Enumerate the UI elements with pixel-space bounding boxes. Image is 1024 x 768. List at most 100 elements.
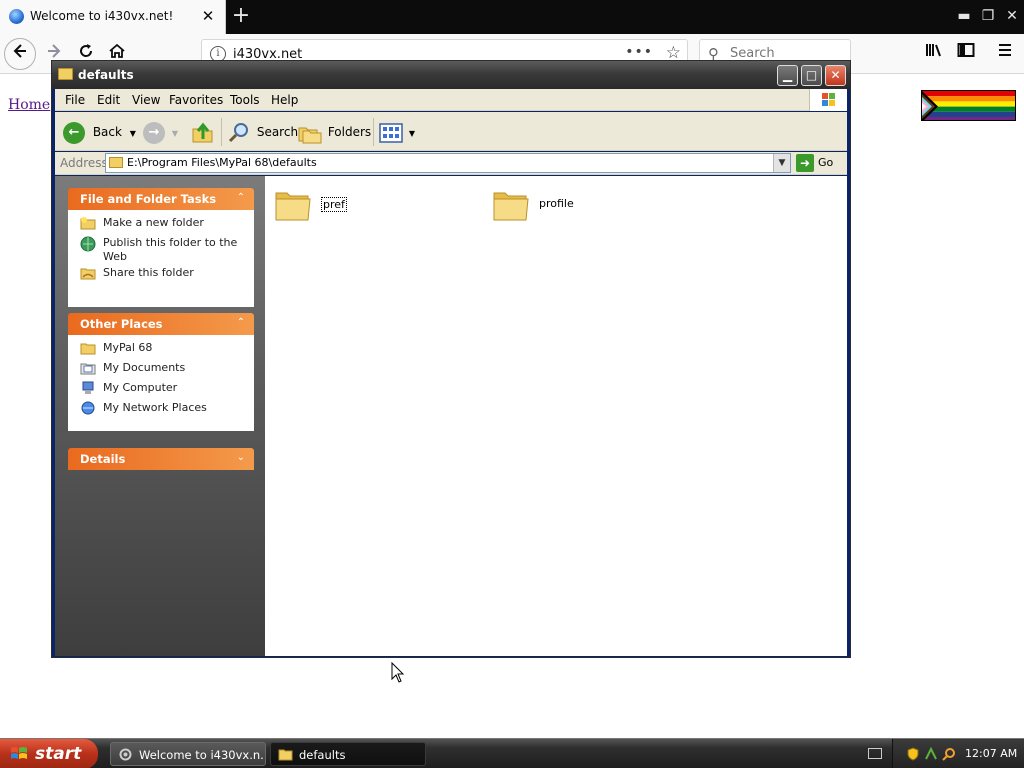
toolbar-separator	[221, 118, 222, 146]
publish-web-icon	[80, 236, 96, 252]
security-shield-icon[interactable]	[906, 747, 920, 761]
go-arrow-icon: ➜	[796, 154, 814, 172]
views-dropdown-icon[interactable]: ▼	[409, 129, 415, 138]
home-link[interactable]: Home	[8, 97, 50, 113]
menu-tools[interactable]: Tools	[230, 93, 260, 107]
other-places-header[interactable]: Other Places ⌃	[68, 313, 254, 335]
page-actions-icon[interactable]: •••	[625, 44, 653, 60]
network-places-icon	[81, 401, 95, 415]
task-make-new-folder[interactable]: Make a new folder	[68, 216, 254, 236]
browser-close-button[interactable]: ✕	[1002, 6, 1022, 26]
start-button[interactable]: start	[0, 739, 98, 768]
tab-title: Welcome to i430vx.net!	[30, 9, 174, 23]
file-name: profile	[539, 197, 574, 210]
place-my-computer[interactable]: My Computer	[68, 381, 254, 401]
search-button[interactable]: Search	[227, 119, 298, 145]
collapse-chevron-icon[interactable]: ⌃	[234, 191, 248, 205]
sidebar-icon[interactable]	[954, 41, 978, 65]
place-label: My Network Places	[103, 401, 207, 414]
up-folder-button[interactable]	[191, 119, 215, 145]
browser-restore-button[interactable]: ❐	[978, 6, 998, 26]
menu-favorites[interactable]: Favorites	[169, 93, 223, 107]
address-dropdown-icon[interactable]: ▼	[773, 154, 790, 172]
folders-label: Folders	[327, 125, 372, 139]
menu-file[interactable]: File	[65, 93, 85, 107]
forward-arrow-icon: →	[143, 121, 165, 144]
collapse-chevron-icon[interactable]: ⌃	[234, 316, 248, 330]
mouse-cursor-icon	[391, 662, 405, 683]
network-tray-icon[interactable]	[924, 747, 938, 761]
explorer-toolbar: ← Back ▼ → ▼ Search Folders ▼	[55, 112, 847, 151]
forward-dropdown-icon: ▼	[171, 129, 178, 138]
place-label: My Documents	[103, 361, 186, 374]
file-folder-tasks-header[interactable]: File and Folder Tasks ⌃	[68, 188, 254, 210]
address-field[interactable]: ▼	[105, 153, 791, 173]
go-button[interactable]: ➜ Go	[796, 153, 833, 173]
library-icon[interactable]	[922, 41, 946, 65]
panel-title: File and Folder Tasks	[80, 192, 217, 206]
panel-title: Other Places	[80, 317, 163, 331]
explorer-minimize-button[interactable]: ▁	[777, 65, 798, 86]
menu-view[interactable]: View	[132, 93, 160, 107]
explorer-title-bar[interactable]: defaults ▁ □ ✕	[52, 61, 850, 89]
place-label: MyPal 68	[103, 341, 153, 354]
views-button[interactable]: ▼	[379, 119, 415, 145]
address-bar: Address ▼ ➜ Go	[55, 152, 847, 175]
search-input[interactable]	[730, 46, 840, 61]
folder-icon	[275, 192, 311, 221]
explorer-title: defaults	[78, 68, 134, 82]
task-label: Publish this folder to the Web	[103, 236, 238, 263]
explorer-menu-bar: File Edit View Favorites Tools Help	[55, 89, 847, 111]
views-icon	[379, 122, 403, 143]
tab-close-icon[interactable]: ✕	[199, 6, 217, 26]
up-folder-icon	[192, 122, 213, 142]
share-folder-icon	[80, 268, 96, 280]
system-tray: 12:07 AM	[892, 739, 1024, 768]
folders-icon	[298, 127, 322, 143]
file-folder-tasks-panel: File and Folder Tasks ⌃ Make a new folde…	[68, 188, 254, 307]
browser-minimize-button[interactable]: ▬	[954, 6, 974, 26]
keyboard-icon[interactable]	[868, 748, 882, 759]
place-my-network-places[interactable]: My Network Places	[68, 401, 254, 421]
folder-icon	[109, 157, 123, 168]
file-list-area[interactable]: pref profile	[265, 176, 847, 656]
back-button[interactable]: ← Back ▼	[63, 119, 136, 145]
address-input[interactable]	[127, 156, 767, 169]
taskbar-button-defaults[interactable]: defaults	[270, 742, 426, 766]
search-label: Search	[256, 125, 299, 139]
browser-gear-icon	[119, 748, 132, 761]
browser-tab-bar: Welcome to i430vx.net! ✕ + ▬ ❐ ✕	[0, 0, 1024, 34]
menu-edit[interactable]: Edit	[97, 93, 120, 107]
browser-tab-active[interactable]: Welcome to i430vx.net! ✕	[0, 0, 226, 34]
panel-title: Details	[80, 452, 126, 466]
search-tray-icon[interactable]	[942, 747, 956, 761]
task-pane: File and Folder Tasks ⌃ Make a new folde…	[55, 176, 265, 656]
file-name: pref	[321, 197, 347, 212]
task-share-folder[interactable]: Share this folder	[68, 266, 254, 286]
explorer-close-button[interactable]: ✕	[825, 65, 846, 86]
task-label: Share this folder	[103, 266, 194, 279]
other-places-panel: Other Places ⌃ MyPal 68 My Documents My …	[68, 313, 254, 431]
back-dropdown-icon[interactable]: ▼	[130, 129, 136, 138]
menu-help[interactable]: Help	[271, 93, 298, 107]
new-folder-icon	[80, 217, 96, 230]
task-publish-folder[interactable]: Publish this folder to the Web	[68, 236, 254, 266]
folders-button[interactable]: Folders	[298, 119, 371, 145]
search-icon	[228, 122, 248, 142]
menu-icon[interactable]	[993, 41, 1017, 65]
place-my-documents[interactable]: My Documents	[68, 361, 254, 381]
place-mypal-68[interactable]: MyPal 68	[68, 341, 254, 361]
forward-button[interactable]: → ▼	[143, 119, 178, 145]
taskbar-button-browser[interactable]: Welcome to i430vx.n...	[110, 742, 266, 766]
expand-chevron-icon[interactable]: ⌄	[234, 451, 248, 465]
windows-logo-icon	[809, 89, 847, 111]
explorer-maximize-button[interactable]: □	[801, 65, 822, 86]
new-tab-button[interactable]: +	[228, 3, 254, 29]
back-arrow-icon[interactable]	[4, 38, 36, 70]
explorer-window: defaults ▁ □ ✕ File Edit View Favorites …	[51, 60, 851, 658]
toolbar-separator	[373, 118, 374, 146]
task-label: Make a new folder	[103, 216, 204, 229]
details-header[interactable]: Details ⌄	[68, 448, 254, 470]
folder-icon	[493, 192, 529, 221]
my-computer-icon	[82, 381, 94, 394]
